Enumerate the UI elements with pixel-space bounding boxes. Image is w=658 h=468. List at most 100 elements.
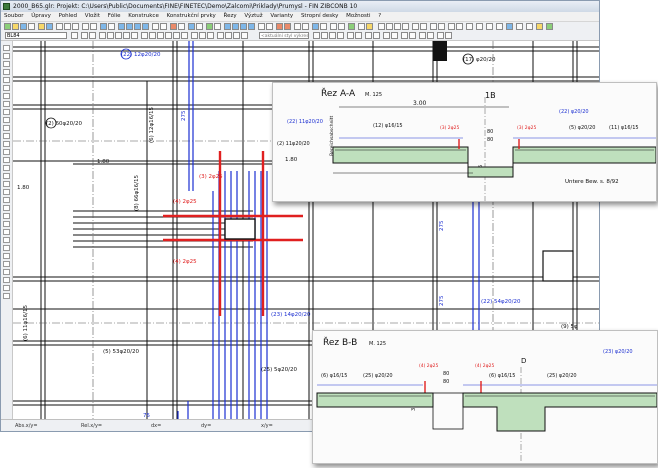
layers-icon[interactable] [188, 23, 195, 30]
print-icon[interactable] [28, 23, 35, 30]
rebar-tool-icon[interactable] [3, 117, 10, 123]
tool-o-icon[interactable] [506, 23, 513, 30]
menu-construction[interactable]: Konstrukce [128, 13, 159, 19]
style-j-icon[interactable] [391, 32, 398, 39]
extend-icon[interactable] [181, 32, 188, 39]
stair-icon[interactable] [266, 23, 273, 30]
menu-slabs[interactable]: Stropní desky [301, 13, 338, 19]
properties-icon[interactable] [178, 23, 185, 30]
column-tool-icon[interactable] [3, 165, 10, 171]
style-c-icon[interactable] [329, 32, 336, 39]
layer-props-icon[interactable] [71, 32, 78, 39]
offset-icon[interactable] [165, 32, 172, 39]
style-h-icon[interactable] [373, 32, 380, 39]
rebar-icon[interactable] [276, 23, 283, 30]
style-i-icon[interactable] [383, 32, 390, 39]
zoom-out-icon[interactable] [126, 23, 133, 30]
circle-icon[interactable] [123, 32, 130, 39]
tool-c-icon[interactable] [394, 23, 401, 30]
symbol-tool-icon[interactable] [3, 229, 10, 235]
export-tool-icon[interactable] [3, 277, 10, 283]
section-icon[interactable] [294, 23, 301, 30]
tool-r-icon[interactable] [536, 23, 543, 30]
move-icon[interactable] [141, 32, 148, 39]
zoom-in-icon[interactable] [118, 23, 125, 30]
tool-m-icon[interactable] [486, 23, 493, 30]
help-icon[interactable] [366, 23, 373, 30]
style-n-icon[interactable] [427, 32, 434, 39]
menu-reinforcement[interactable]: Výztuž [244, 13, 262, 19]
snap-mid-icon[interactable] [225, 32, 232, 39]
style-p-icon[interactable] [445, 32, 452, 39]
zoom-window-icon[interactable] [134, 23, 141, 30]
layer-on-icon[interactable] [81, 32, 88, 39]
dimension-icon[interactable] [302, 23, 309, 30]
mirror-icon[interactable] [157, 32, 164, 39]
tool-g-icon[interactable] [430, 23, 437, 30]
render-icon[interactable] [214, 23, 221, 30]
copy-icon[interactable] [64, 23, 71, 30]
grid-icon[interactable] [152, 23, 159, 30]
wall-icon[interactable] [224, 23, 231, 30]
tool-a-icon[interactable] [378, 23, 385, 30]
undo-icon[interactable] [82, 23, 89, 30]
settings-icon[interactable] [358, 23, 365, 30]
menu-file[interactable]: Soubor [4, 13, 23, 19]
slab-icon[interactable] [248, 23, 255, 30]
folder-icon[interactable] [46, 23, 53, 30]
snap-perp-icon[interactable] [241, 32, 248, 39]
redo-icon[interactable] [90, 23, 97, 30]
tool-n-icon[interactable] [496, 23, 503, 30]
list-icon[interactable] [330, 23, 337, 30]
view-3d-icon[interactable] [196, 23, 203, 30]
layer-lock-icon[interactable] [89, 32, 96, 39]
opening-icon[interactable] [258, 23, 265, 30]
beam-tool-icon[interactable] [3, 173, 10, 179]
tool-h-icon[interactable] [438, 23, 445, 30]
menu-edit[interactable]: Úpravy [31, 13, 51, 19]
rotate-icon[interactable] [149, 32, 156, 39]
tool-f-icon[interactable] [420, 23, 427, 30]
print-tool-icon[interactable] [3, 285, 10, 291]
style-l-icon[interactable] [409, 32, 416, 39]
line-icon[interactable] [99, 32, 106, 39]
menu-sections[interactable]: Řezy [224, 13, 237, 19]
misc-tool-icon[interactable] [3, 293, 10, 299]
tool-l-icon[interactable] [476, 23, 483, 30]
arc-tool-icon[interactable] [3, 85, 10, 91]
style-d-icon[interactable] [337, 32, 344, 39]
polyline-icon[interactable] [107, 32, 114, 39]
grid-tool-icon[interactable] [3, 205, 10, 211]
new-file-icon[interactable] [4, 23, 11, 30]
menu-layers[interactable]: Fólie [108, 13, 121, 19]
snap-icon[interactable] [160, 23, 167, 30]
text-icon[interactable] [312, 23, 319, 30]
open-folder-icon[interactable] [12, 23, 19, 30]
text-tool-icon[interactable] [3, 93, 10, 99]
wall-tool-icon[interactable] [3, 157, 10, 163]
fillet-icon[interactable] [191, 32, 198, 39]
style-a-icon[interactable] [313, 32, 320, 39]
check-tool-icon[interactable] [3, 269, 10, 275]
style-m-icon[interactable] [419, 32, 426, 39]
dim-tool-icon[interactable] [3, 101, 10, 107]
style-g-icon[interactable] [365, 32, 372, 39]
zoom-all-icon[interactable] [142, 23, 149, 30]
block-tool-icon[interactable] [3, 237, 10, 243]
rect-tool-icon[interactable] [3, 69, 10, 75]
line-tool-icon[interactable] [3, 61, 10, 67]
refresh-icon[interactable] [206, 23, 213, 30]
check-icon[interactable] [348, 23, 355, 30]
snap-int-icon[interactable] [233, 32, 240, 39]
menu-insert[interactable]: Vložit [85, 13, 100, 19]
trim-icon[interactable] [173, 32, 180, 39]
circle-tool-icon[interactable] [3, 77, 10, 83]
tool-k-icon[interactable] [466, 23, 473, 30]
column-icon[interactable] [232, 23, 239, 30]
paste-icon[interactable] [72, 23, 79, 30]
pan-icon[interactable] [108, 23, 115, 30]
drawing-style-select[interactable]: <aktuální styl výkresu> [259, 32, 309, 39]
style-o-icon[interactable] [437, 32, 444, 39]
menu-variants[interactable]: Varianty [270, 13, 293, 19]
rectangle-icon[interactable] [115, 32, 122, 39]
